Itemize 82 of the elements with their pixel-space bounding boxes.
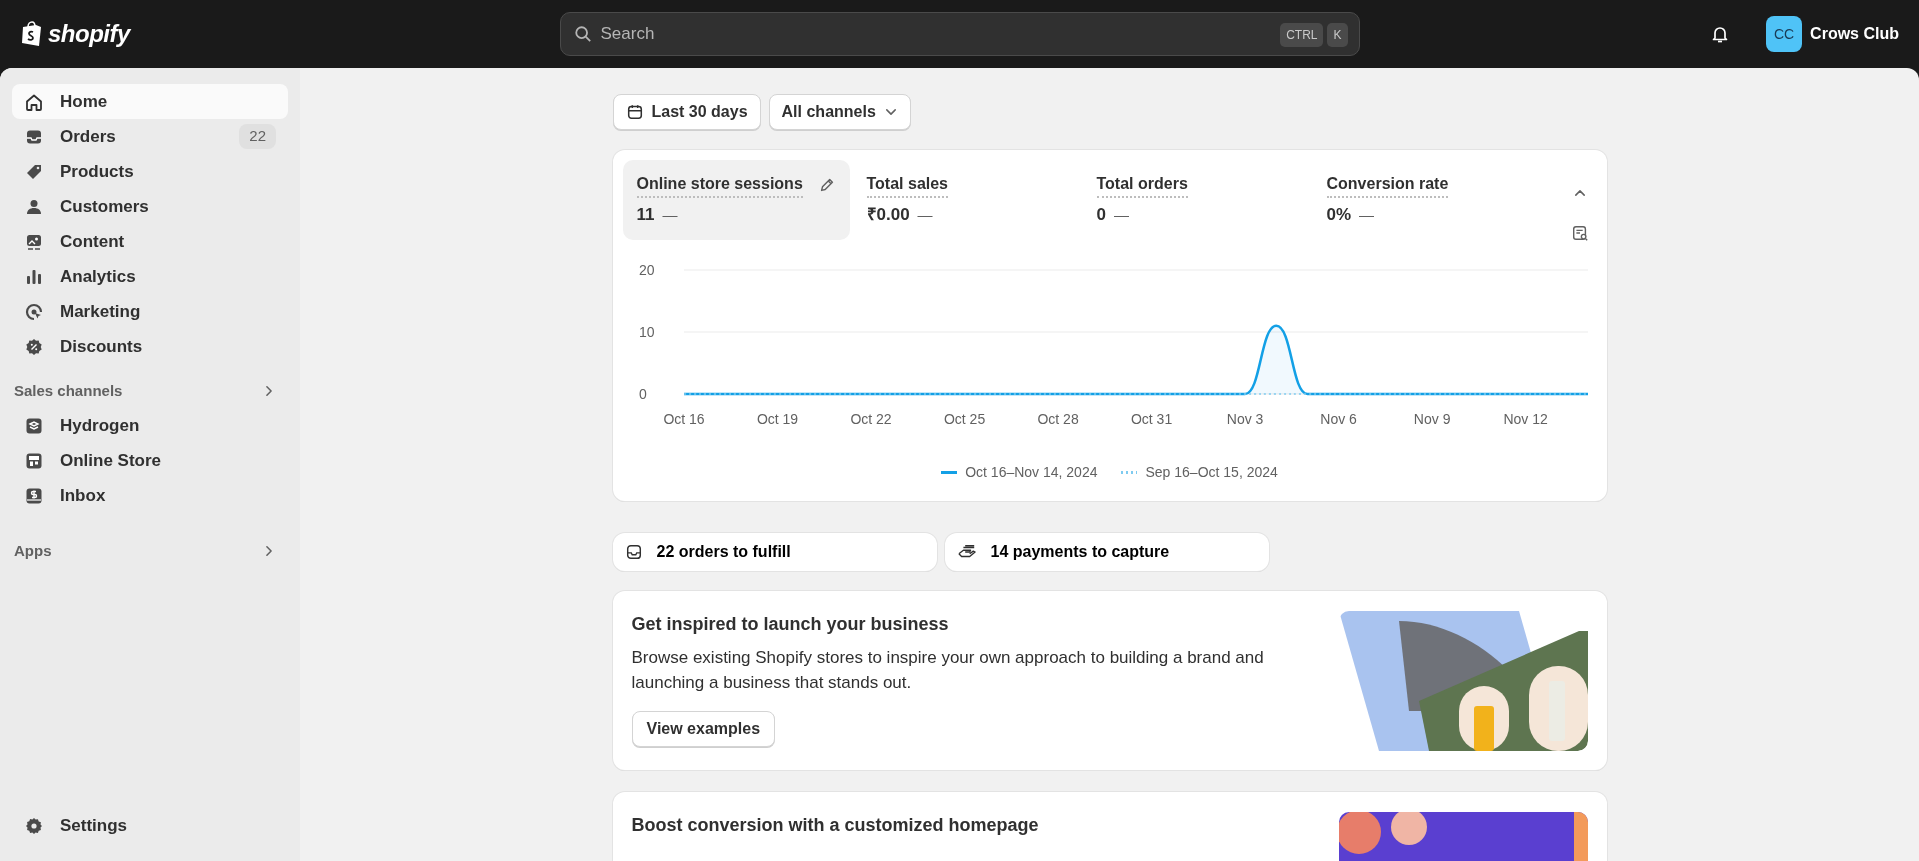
x-axis-label: Nov 12 [1503, 411, 1548, 427]
sidebar-item[interactable]: Settings [12, 808, 288, 843]
count-badge: 22 [239, 124, 276, 149]
metric-change: — [662, 204, 678, 225]
metric-tab[interactable]: Conversion rate 0% — [1312, 160, 1540, 240]
x-axis-label: Nov 3 [1226, 411, 1263, 427]
inbox-tray-icon [624, 543, 643, 561]
x-axis-label: Oct 31 [1130, 411, 1172, 427]
sidebar-item[interactable]: Orders 22 [12, 119, 288, 154]
keyboard-key: K [1327, 23, 1348, 47]
metric-value: 11 [636, 204, 655, 226]
sidebar-item-label: Products [60, 160, 134, 183]
section-heading: Sales channels [14, 381, 123, 401]
x-axis-label: Nov 9 [1413, 411, 1450, 427]
legend-label: Oct 16–Nov 14, 2024 [965, 463, 1098, 482]
sidebar-item[interactable]: Home [12, 84, 288, 119]
x-axis-label: Oct 25 [943, 411, 985, 427]
chart-details-icon[interactable] [1570, 224, 1589, 242]
channel-dropdown[interactable]: All channels [768, 94, 911, 130]
sidebar-item[interactable]: Customers [12, 189, 288, 224]
sidebar-item[interactable]: Marketing [12, 294, 288, 329]
metric-tab[interactable]: Online store sessions 11 — [622, 160, 850, 240]
sidebar-item-label: Marketing [60, 300, 141, 323]
calendar-icon [625, 103, 644, 121]
metric-label: Conversion rate [1326, 172, 1449, 198]
storefront-icon [24, 451, 44, 471]
sidebar-item-label: Content [60, 230, 125, 253]
metric-value: 0 [1096, 204, 1106, 226]
date-range-button[interactable]: Last 30 days [612, 94, 761, 130]
y-axis-label: 0 [638, 386, 647, 402]
dollar-tray-icon [24, 486, 44, 506]
x-axis-label: Oct 22 [849, 411, 892, 427]
sidebar-item-label: Inbox [60, 485, 106, 508]
sidebar-item[interactable]: Products [12, 154, 288, 189]
sidebar-item-label: Analytics [60, 265, 136, 288]
x-axis-label: Oct 19 [756, 411, 798, 427]
search-icon [573, 25, 592, 43]
sidebar-item-label: Online Store [60, 450, 162, 473]
sidebar-item-label: Hydrogen [60, 415, 140, 438]
sidebar-item-label: Customers [60, 195, 149, 218]
y-axis-label: 20 [638, 262, 655, 278]
sidebar-item-label: Orders [60, 125, 116, 148]
x-axis-label: Nov 6 [1319, 411, 1357, 427]
sidebar-item[interactable]: Online Store [12, 443, 288, 479]
metric-change: — [1113, 204, 1129, 225]
metric-value: 0% [1326, 204, 1352, 226]
layers-icon [24, 416, 44, 436]
metric-value: ₹0.00 [866, 204, 910, 226]
legend-label: Sep 16–Oct 15, 2024 [1145, 463, 1278, 482]
metric-label: Online store sessions [636, 172, 803, 198]
metric-change: — [1359, 204, 1375, 225]
target-cursor-icon [24, 301, 44, 322]
y-axis-label: 10 [638, 324, 655, 340]
store-name[interactable]: Crows Club [1810, 22, 1899, 46]
metric-tab[interactable]: Total sales ₹0.00 — [852, 160, 1080, 240]
store-avatar[interactable]: CC [1766, 16, 1803, 52]
sidebar-item[interactable]: Hydrogen [12, 408, 288, 444]
keyboard-key: CTRL [1280, 23, 1324, 47]
shopping-bag-logo-icon [20, 20, 44, 48]
x-axis-label: Oct 16 [662, 411, 705, 427]
metric-label: Total orders [1096, 172, 1188, 198]
task-button[interactable]: 14 payments to capture [944, 533, 1269, 571]
metric-tab[interactable]: Total orders 0 — [1082, 160, 1310, 240]
percent-badge-icon [24, 336, 44, 357]
sidebar-item[interactable]: Content [12, 224, 288, 259]
metric-change: — [917, 204, 933, 225]
card-title: Get inspired to launch your business [631, 613, 950, 636]
sidebar-item-label: Discounts [60, 335, 143, 358]
settings-icon [24, 815, 44, 836]
card-description: Browse existing Shopify stores to inspire your own approach to building a brand and launching a business that stands out. [631, 647, 1265, 694]
metric-label: Total sales [866, 172, 948, 198]
section-heading: Apps [14, 540, 52, 561]
sidebar-item-label: Home [60, 90, 108, 113]
x-axis-label: Oct 28 [1036, 411, 1079, 427]
sidebar-item[interactable]: Inbox [12, 478, 288, 514]
view-examples-button[interactable]: View examples [631, 711, 776, 748]
card-title: Boost conversion with a customized homepage [631, 814, 1039, 837]
sidebar-item[interactable]: Discounts [12, 329, 288, 364]
task-button[interactable]: 22 orders to fulfill [612, 533, 937, 571]
sidebar-item[interactable]: Analytics [12, 259, 288, 294]
sidebar-item-label: Settings [60, 814, 128, 837]
brand-wordmark[interactable]: shopify [48, 16, 130, 52]
